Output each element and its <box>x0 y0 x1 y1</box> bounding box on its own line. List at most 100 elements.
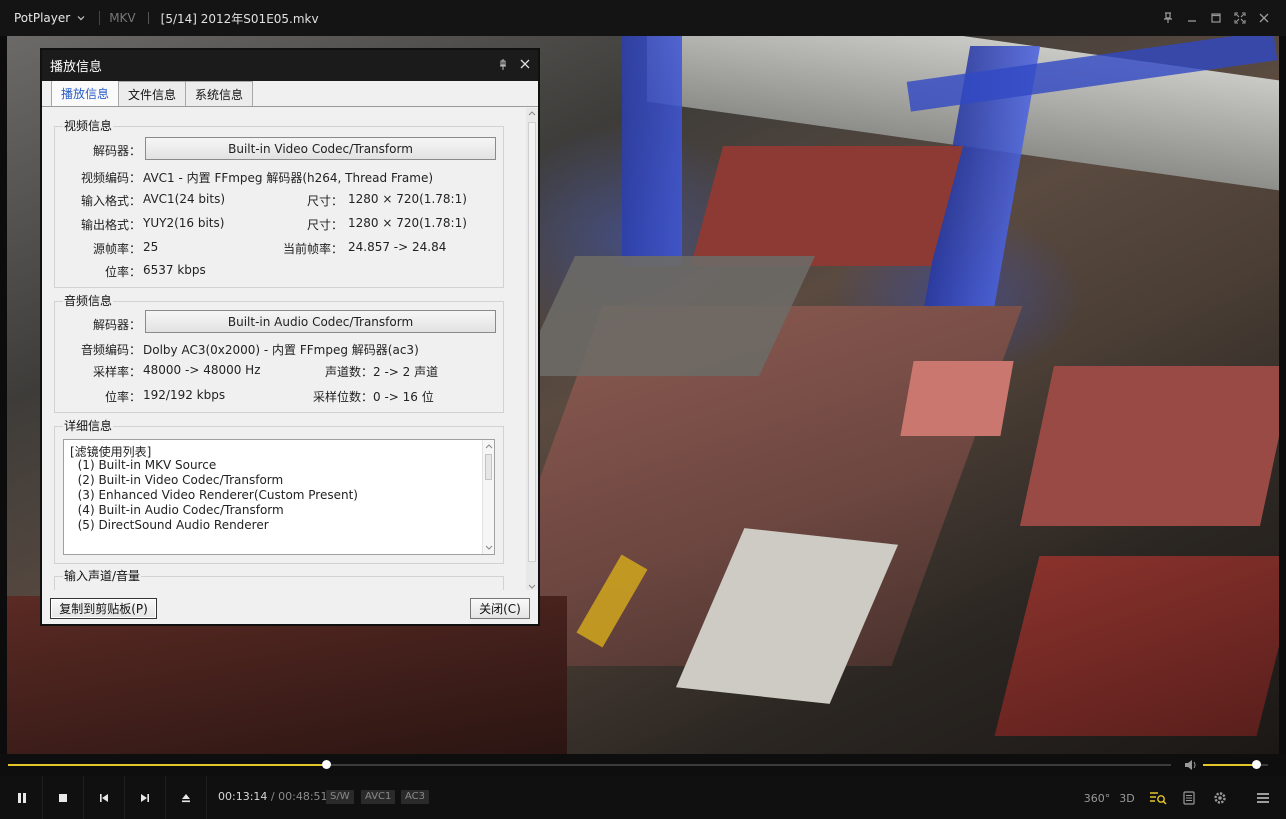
input-format-label: 输入格式： <box>80 194 141 208</box>
window-controls <box>1156 0 1276 36</box>
scroll-down-icon[interactable] <box>484 542 494 552</box>
video-red-hull-bottom <box>994 556 1279 736</box>
maximize-icon <box>1211 13 1221 23</box>
dialog-body[interactable]: 视频信息 解码器： Built-in Video Codec/Transform… <box>42 108 538 592</box>
close-dialog-button[interactable]: 关闭(C) <box>470 598 530 619</box>
seek-bar-handle[interactable] <box>322 760 332 769</box>
settings-button[interactable] <box>1209 787 1231 809</box>
time-separator: / <box>270 790 275 803</box>
output-size-value: 1280 × 720(1.78:1) <box>348 216 467 230</box>
dialog-scrollbar[interactable] <box>526 108 538 592</box>
filter-list-line: (4) Built-in Audio Codec/Transform <box>70 503 284 517</box>
minimize-button[interactable] <box>1180 6 1204 30</box>
input-size-value: 1280 × 720(1.78:1) <box>348 192 467 206</box>
detail-info-group: 详细信息 [滤镜使用列表] (1) Built-in MKV Source (2… <box>54 419 504 564</box>
eject-button[interactable] <box>166 776 207 819</box>
tab-playback-info[interactable]: 播放信息 <box>51 80 120 106</box>
document-list-icon <box>1183 791 1195 805</box>
audio-info-group: 音频信息 解码器： Built-in Audio Codec/Transform… <box>54 294 504 413</box>
video-decoder-button[interactable]: Built-in Video Codec/Transform <box>145 137 496 160</box>
minimize-icon <box>1188 20 1196 22</box>
dialog-title: 播放信息 <box>50 60 103 75</box>
main-menu-button[interactable] <box>1252 787 1274 809</box>
playlist-search-button[interactable] <box>1147 787 1169 809</box>
video-decoder-label: 解码器： <box>92 144 141 158</box>
fullscreen-icon <box>1234 12 1246 24</box>
gear-icon <box>1214 792 1226 804</box>
previous-button[interactable] <box>84 776 125 819</box>
copy-to-clipboard-button[interactable]: 复制到剪贴板(P) <box>50 598 157 619</box>
time-display: 00:13:14 / 00:48:51 <box>218 790 328 803</box>
volume-slider[interactable] <box>1203 760 1268 769</box>
chapter-list-button[interactable] <box>1178 787 1200 809</box>
current-fps-value: 24.857 -> 24.84 <box>348 240 447 254</box>
sample-bits-value: 0 -> 16 位 <box>373 390 434 404</box>
filter-list-line: (5) DirectSound Audio Renderer <box>70 518 269 532</box>
stop-icon <box>59 793 67 802</box>
3d-label: 3D <box>1119 791 1135 805</box>
video-codec-badge[interactable]: AVC1 <box>361 790 396 804</box>
filter-list-scrollbar[interactable] <box>482 440 494 554</box>
pin-icon <box>1164 12 1172 23</box>
seek-bar-area <box>0 754 1286 776</box>
dialog-tabs: 播放信息 文件信息 系统信息 <box>42 80 538 107</box>
close-button[interactable] <box>1252 6 1276 30</box>
filter-list-box[interactable]: [滤镜使用列表] (1) Built-in MKV Source (2) Bui… <box>63 439 495 555</box>
current-fps-label: 当前帧率： <box>282 242 343 256</box>
3d-button[interactable]: 3D <box>1116 787 1138 809</box>
current-time: 00:13:14 <box>218 790 268 803</box>
dialog-scroll-thumb[interactable] <box>528 122 536 562</box>
vr-360-button[interactable]: 360° <box>1083 787 1111 809</box>
video-red-hull-top <box>690 146 964 266</box>
skip-forward-icon <box>141 793 149 802</box>
stop-button[interactable] <box>43 776 84 819</box>
dialog-header: 播放信息 <box>42 50 538 81</box>
tab-file-info[interactable]: 文件信息 <box>118 81 187 106</box>
video-codec-label: 视频编码： <box>80 171 141 185</box>
input-format-value: AVC1(24 bits) <box>143 192 226 206</box>
scroll-up-icon[interactable] <box>526 109 538 119</box>
tab-system-info[interactable]: 系统信息 <box>185 81 254 106</box>
volume-handle[interactable] <box>1252 760 1262 769</box>
filter-list-line: (2) Built-in Video Codec/Transform <box>70 473 284 487</box>
sample-bits-label: 采样位数： <box>312 390 373 404</box>
video-pink-plate <box>900 361 1014 436</box>
sample-rate-label: 采样率： <box>92 365 141 379</box>
filter-list-line: (3) Enhanced Video Renderer(Custom Prese… <box>70 488 358 502</box>
video-info-group: 视频信息 解码器： Built-in Video Codec/Transform… <box>54 119 504 288</box>
pause-icon <box>18 792 26 803</box>
video-crane-left <box>622 36 682 266</box>
sample-rate-value: 48000 -> 48000 Hz <box>143 363 261 377</box>
input-size-label: 尺寸： <box>306 194 343 208</box>
app-name: PotPlayer <box>14 11 71 25</box>
pause-button[interactable] <box>2 776 43 819</box>
volume-level <box>1203 764 1257 766</box>
output-format-label: 输出格式： <box>80 218 141 232</box>
next-button[interactable] <box>125 776 166 819</box>
app-menu-button[interactable]: PotPlayer <box>0 0 85 36</box>
filter-list-line: (1) Built-in MKV Source <box>70 458 217 472</box>
seek-bar[interactable] <box>8 760 1171 769</box>
fullscreen-button[interactable] <box>1228 6 1252 30</box>
close-icon <box>1259 13 1269 23</box>
maximize-button[interactable] <box>1204 6 1228 30</box>
close-icon[interactable] <box>518 57 532 71</box>
scroll-up-icon[interactable] <box>484 442 494 452</box>
title-bar: PotPlayer MKV [5/14] 2012年S01E05.mkv <box>0 0 1286 36</box>
video-bitrate-value: 6537 kbps <box>143 263 206 277</box>
renderer-badge[interactable]: S/W <box>326 790 354 804</box>
pin-icon[interactable] <box>496 57 510 71</box>
vr-360-label: 360° <box>1083 791 1111 805</box>
group-title: 详细信息 <box>63 419 114 433</box>
audio-decoder-button[interactable]: Built-in Audio Codec/Transform <box>145 310 496 333</box>
filter-list-scroll-thumb[interactable] <box>485 454 492 480</box>
group-title: 输入声道/音量 <box>63 569 142 583</box>
audio-bitrate-label: 位率： <box>104 390 141 404</box>
hamburger-menu-icon <box>1257 793 1269 803</box>
volume-icon[interactable] <box>1184 759 1198 771</box>
audio-codec-badge[interactable]: AC3 <box>401 790 430 804</box>
pin-button[interactable] <box>1156 6 1180 30</box>
audio-codec-label: 音频编码： <box>80 343 141 357</box>
eject-icon <box>182 793 190 802</box>
audio-bitrate-value: 192/192 kbps <box>143 388 226 402</box>
